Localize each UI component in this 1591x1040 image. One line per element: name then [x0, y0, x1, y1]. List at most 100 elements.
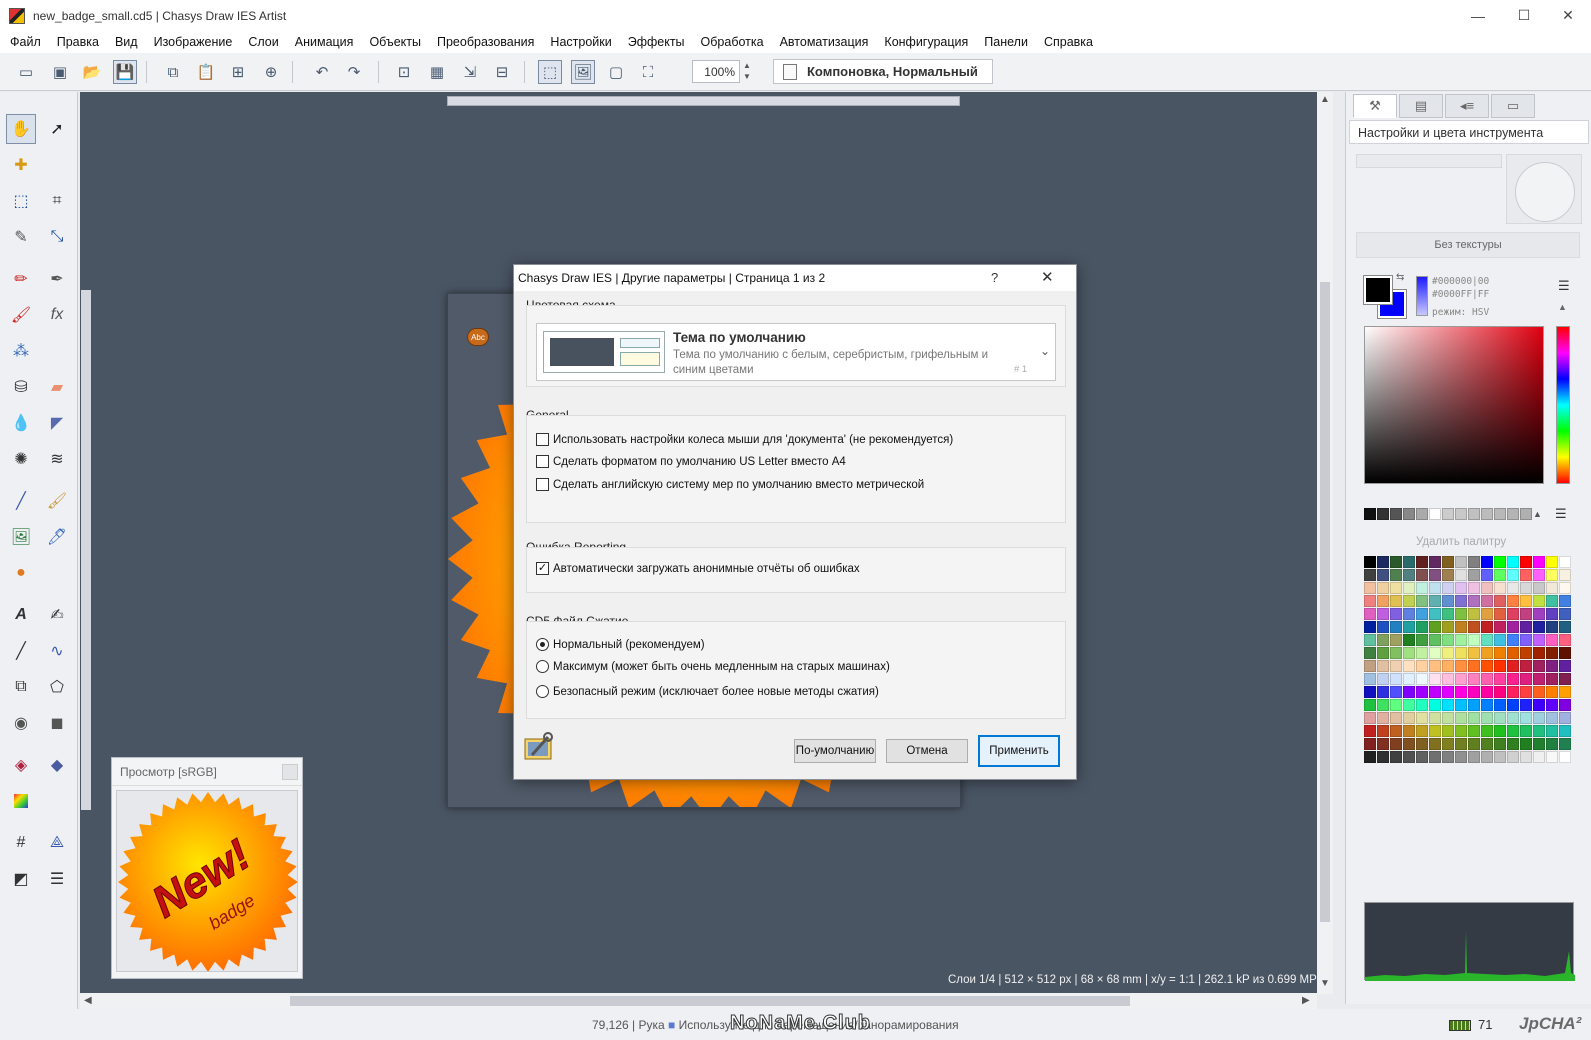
zoom-spinner[interactable]: ▲ ▼ — [741, 60, 753, 83]
palette-swatch[interactable] — [1468, 621, 1480, 633]
move-tool-icon[interactable]: ➚ — [42, 114, 72, 144]
smudge-tool-icon[interactable]: ◤ — [42, 408, 72, 438]
palette-swatch[interactable] — [1377, 725, 1389, 737]
palette-swatch[interactable] — [1494, 686, 1506, 698]
palette-swatch[interactable] — [1390, 660, 1402, 672]
palette-swatch[interactable] — [1429, 712, 1441, 724]
palette-swatch[interactable] — [1364, 634, 1376, 646]
palette-swatch[interactable] — [1494, 595, 1506, 607]
palette-swatch[interactable] — [1559, 608, 1571, 620]
palette-swatch[interactable] — [1494, 608, 1506, 620]
palette-swatch[interactable] — [1507, 582, 1519, 594]
palette-swatch[interactable] — [1364, 608, 1376, 620]
palette-swatch[interactable] — [1494, 569, 1506, 581]
palette-swatch[interactable] — [1533, 725, 1545, 737]
palette-swatch[interactable] — [1377, 608, 1389, 620]
palette-swatch[interactable] — [1494, 556, 1506, 568]
palette-swatch[interactable] — [1507, 634, 1519, 646]
palette-swatch[interactable] — [1403, 686, 1415, 698]
palette-swatch[interactable] — [1520, 686, 1532, 698]
palette-swatch[interactable] — [1559, 582, 1571, 594]
palette-swatch[interactable] — [1481, 660, 1493, 672]
hand-tool-icon[interactable]: ✋ — [6, 114, 36, 144]
adjust-tool-icon[interactable]: ☰ — [42, 864, 72, 894]
palette-swatch[interactable] — [1481, 699, 1493, 711]
palette-swatch[interactable] — [1364, 556, 1376, 568]
selection-tool-icon[interactable]: ⬚ — [6, 186, 36, 216]
palette-swatch[interactable] — [1507, 686, 1519, 698]
palette-swatch[interactable] — [1364, 712, 1376, 724]
palette-swatch[interactable] — [1559, 686, 1571, 698]
palette-swatch[interactable] — [1377, 634, 1389, 646]
palette-swatch[interactable] — [1390, 608, 1402, 620]
palette-swatch[interactable] — [1377, 582, 1389, 594]
palette-swatch[interactable] — [1403, 647, 1415, 659]
palette-swatch[interactable] — [1403, 582, 1415, 594]
palette-swatch[interactable] — [1416, 725, 1428, 737]
palette-swatch[interactable] — [1364, 738, 1376, 750]
palette-swatch[interactable] — [1429, 608, 1441, 620]
swap-colors-icon[interactable]: ⇆ — [1396, 272, 1404, 283]
tools-scrollbar[interactable] — [81, 290, 91, 810]
palette-swatch[interactable] — [1507, 712, 1519, 724]
vertical-scrollbar[interactable]: ▲ ▼ — [1317, 92, 1333, 994]
palette-swatch[interactable] — [1520, 673, 1532, 685]
palette-swatch[interactable] — [1520, 569, 1532, 581]
palette-swatch[interactable] — [1403, 608, 1415, 620]
palette-swatch[interactable] — [1520, 582, 1532, 594]
palette-swatch[interactable] — [1507, 647, 1519, 659]
image-edit-tool-icon[interactable]: 🖼 — [6, 522, 36, 552]
palette-swatch[interactable] — [1455, 673, 1467, 685]
palette-swatch[interactable] — [1403, 751, 1415, 763]
compression-safe-radio[interactable]: Безопасный режим (исключает более новые … — [536, 685, 879, 698]
palette-swatch[interactable] — [1546, 569, 1558, 581]
new-layer-icon[interactable]: ⊞ — [226, 60, 250, 84]
palette-swatch[interactable] — [1442, 582, 1454, 594]
palette-swatch[interactable] — [1377, 738, 1389, 750]
collapse-icon[interactable]: ▲ — [1558, 302, 1567, 312]
recent-color-swatch[interactable] — [1442, 508, 1454, 520]
palette-swatch[interactable] — [1442, 608, 1454, 620]
palette-swatch[interactable] — [1364, 582, 1376, 594]
palette-swatch[interactable] — [1533, 673, 1545, 685]
menu-edit[interactable]: Правка — [49, 35, 107, 49]
palette-swatch[interactable] — [1416, 595, 1428, 607]
palette-swatch[interactable] — [1403, 699, 1415, 711]
palette-swatch[interactable] — [1559, 595, 1571, 607]
palette-swatch[interactable] — [1468, 686, 1480, 698]
zoom-input[interactable]: 100% — [692, 60, 740, 83]
palette-menu-icon[interactable]: ☰ — [1555, 506, 1567, 522]
palette-swatch[interactable] — [1403, 634, 1415, 646]
palette-swatch[interactable] — [1377, 751, 1389, 763]
palette-swatch[interactable] — [1403, 712, 1415, 724]
palette-swatch[interactable] — [1442, 699, 1454, 711]
palette-swatch[interactable] — [1403, 673, 1415, 685]
palette-swatch[interactable] — [1559, 725, 1571, 737]
palette-swatch[interactable] — [1403, 738, 1415, 750]
palette-swatch[interactable] — [1520, 738, 1532, 750]
palette-swatch[interactable] — [1507, 608, 1519, 620]
palette-swatch[interactable] — [1507, 556, 1519, 568]
palette-swatch[interactable] — [1481, 751, 1493, 763]
sphere-tool-icon[interactable]: ● — [6, 558, 36, 588]
palette-swatch[interactable] — [1468, 569, 1480, 581]
palette-swatch[interactable] — [1377, 595, 1389, 607]
palette-swatch[interactable] — [1377, 673, 1389, 685]
layout-mode-selector[interactable]: Компоновка, Нормальный — [773, 59, 993, 84]
select-tool-icon[interactable]: ⬚ — [538, 60, 562, 84]
palette-swatch[interactable] — [1520, 751, 1532, 763]
default-button[interactable]: По-умолчанию — [794, 739, 876, 763]
tab-tool-settings[interactable]: ⚒ — [1353, 94, 1397, 118]
palette-swatch[interactable] — [1455, 686, 1467, 698]
scroll-up-icon[interactable]: ▲ — [1320, 94, 1330, 105]
palette-swatch[interactable] — [1559, 634, 1571, 646]
signature-tool-icon[interactable]: ✍ — [42, 600, 72, 630]
palette-swatch[interactable] — [1520, 699, 1532, 711]
palette-swatch[interactable] — [1442, 595, 1454, 607]
palette-swatch[interactable] — [1455, 582, 1467, 594]
palette-swatch[interactable] — [1455, 621, 1467, 633]
recent-color-swatch[interactable] — [1494, 508, 1506, 520]
palette-swatch[interactable] — [1533, 608, 1545, 620]
mouse-wheel-checkbox[interactable]: Использовать настройки колеса мыши для '… — [536, 433, 953, 446]
menu-settings[interactable]: Настройки — [542, 35, 619, 49]
